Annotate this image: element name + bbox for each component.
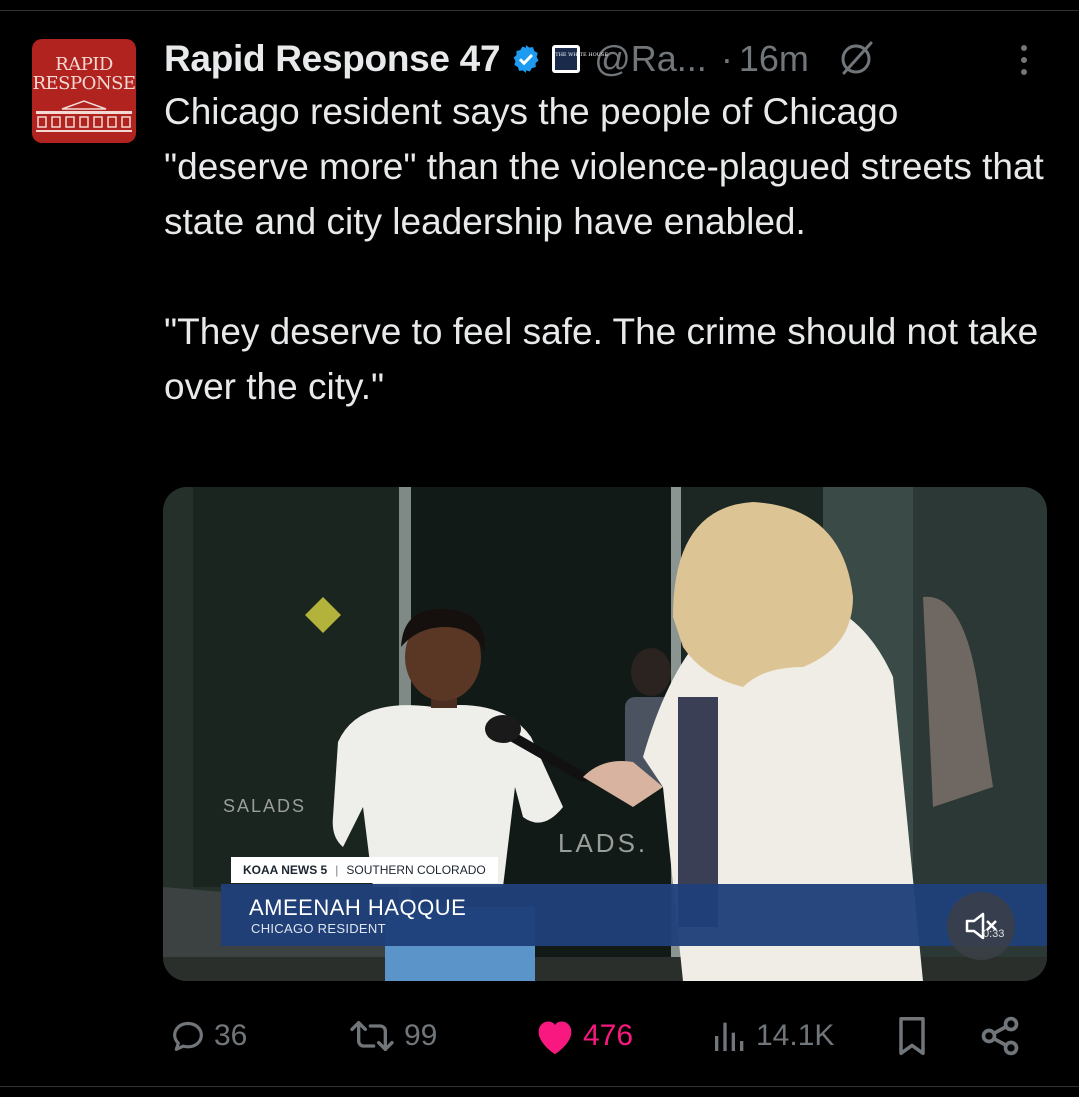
video-duration: 0:33: [983, 928, 1005, 940]
tweet-header: Rapid Response 47 THE WHITE HOUSE @Ra...…: [164, 34, 877, 84]
building-icon: [36, 100, 132, 132]
share-button[interactable]: [978, 1006, 1028, 1066]
top-divider: [0, 10, 1079, 11]
affiliate-badge[interactable]: THE WHITE HOUSE: [552, 45, 608, 73]
lower-third-name: AMEENAH HAQQUE: [249, 895, 467, 920]
heart-filled-icon: [538, 1021, 572, 1055]
station-name: KOAA NEWS 5: [243, 863, 328, 877]
avatar-label: RAPID RESPONSE: [32, 54, 136, 94]
repost-icon: [350, 1021, 394, 1051]
timestamp[interactable]: 16m: [739, 38, 809, 80]
author-handle[interactable]: @Ra...: [594, 38, 707, 80]
bg-sign-right: LADS.: [558, 828, 648, 858]
mute-button[interactable]: [947, 892, 1015, 960]
author-avatar[interactable]: RAPID RESPONSE: [32, 39, 136, 143]
like-count: 476: [583, 1019, 634, 1052]
repost-button[interactable]: 99: [346, 1006, 437, 1066]
repost-count: 99: [404, 1019, 438, 1052]
share-icon: [981, 1016, 1019, 1056]
bookmark-icon: [899, 1016, 925, 1056]
grok-icon[interactable]: [835, 38, 877, 80]
author-name[interactable]: Rapid Response 47: [164, 38, 501, 80]
view-count: 14.1K: [756, 1019, 835, 1052]
separator-dot: ·: [720, 38, 733, 79]
like-button[interactable]: 476: [533, 1006, 633, 1066]
tweet-text: Chicago resident says the people of Chic…: [164, 91, 1044, 407]
reply-count: 36: [214, 1019, 248, 1052]
station-region: SOUTHERN COLORADO: [346, 863, 486, 877]
affiliate-badge-label: THE WHITE HOUSE: [555, 48, 608, 70]
views-button[interactable]: 14.1K: [710, 1006, 834, 1066]
station-separator: |: [335, 863, 339, 877]
video-player[interactable]: SALADS LADS. KOAA NEWS 5 | SOUTHERN COLO…: [163, 487, 1047, 981]
lower-third-role: CHICAGO RESIDENT: [251, 921, 386, 936]
views-chart-icon: [715, 1022, 744, 1051]
verified-badge-icon[interactable]: [510, 43, 542, 75]
bookmark-button[interactable]: [893, 1006, 937, 1066]
action-bar: 36 99 476 14.1K: [0, 1006, 1079, 1066]
reply-icon: [173, 1021, 203, 1051]
bg-sign-left: SALADS: [223, 796, 306, 816]
reply-button[interactable]: 36: [168, 1006, 247, 1066]
more-options-icon[interactable]: [1012, 40, 1036, 80]
bottom-divider: [0, 1086, 1079, 1087]
station-tag: KOAA NEWS 5 | SOUTHERN COLORADO: [231, 857, 498, 883]
